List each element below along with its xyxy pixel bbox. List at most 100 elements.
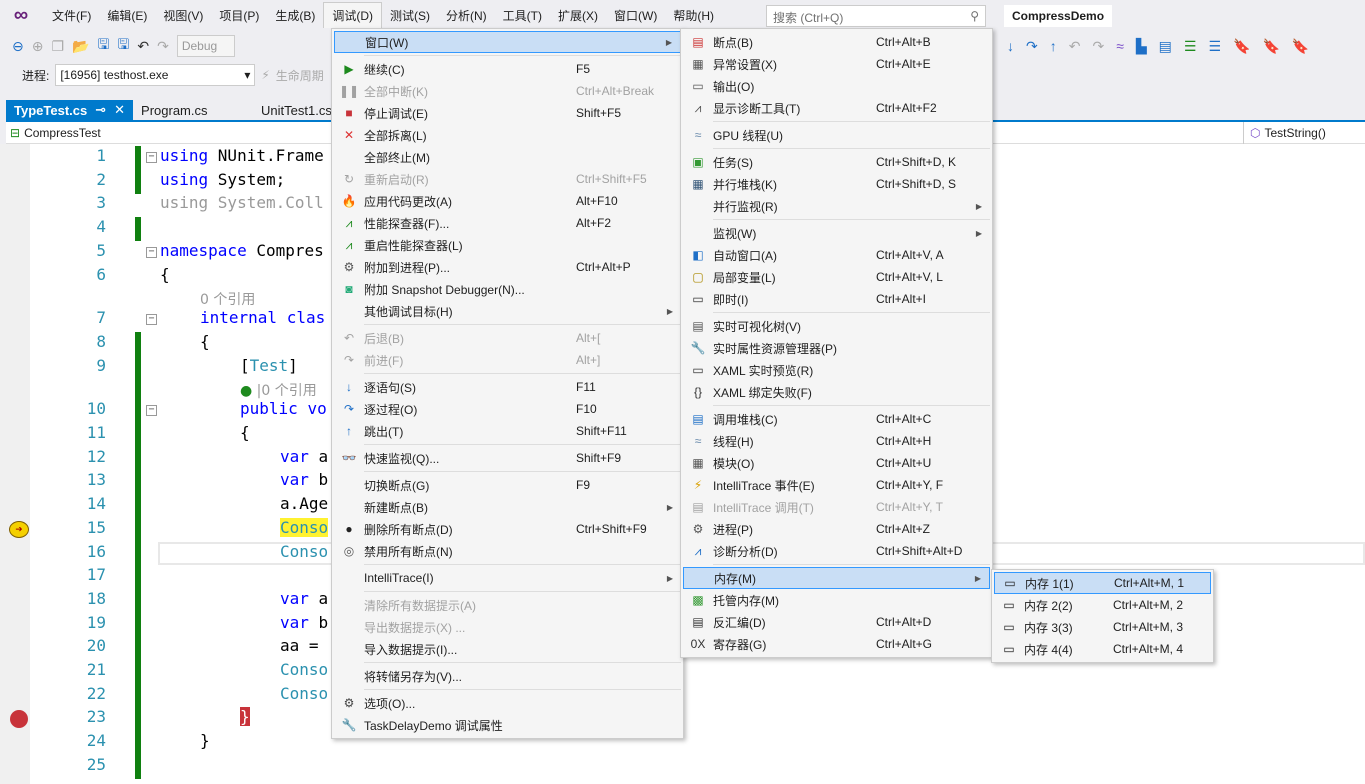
step-out-icon[interactable]: ↑ — [1050, 38, 1057, 54]
menu-10[interactable]: 窗口(W) — [606, 3, 665, 28]
memory-menu-item[interactable]: ▭ 内存 1(1) Ctrl+Alt+M, 1 — [994, 572, 1211, 594]
codelens[interactable]: ● |0 个引用 — [240, 380, 317, 400]
new-item-icon[interactable]: ❐ — [51, 38, 64, 55]
window-menu-item[interactable]: ≈ GPU 线程(U) — [683, 124, 990, 146]
window-menu-item[interactable]: ▤ 断点(B) Ctrl+Alt+B — [683, 31, 990, 53]
outdent-icon[interactable]: ☰ — [1184, 38, 1197, 55]
collapse-toggle[interactable]: − — [146, 405, 157, 417]
navigate-back-icon[interactable]: ⊖ — [12, 38, 24, 55]
debug-menu-item[interactable]: ⚙ 选项(O)... — [334, 692, 681, 714]
debug-menu-item[interactable]: ⩘ 性能探查器(F)... Alt+F2 — [334, 212, 681, 234]
lifecycle-events-button[interactable]: 生命周期 — [276, 67, 324, 84]
menu-4[interactable]: 生成(B) — [267, 3, 323, 28]
menu-1[interactable]: 编辑(E) — [99, 3, 155, 28]
debug-menu-item[interactable]: ↷ 前进(F) Alt+] — [334, 349, 681, 371]
search-input[interactable]: 搜索 (Ctrl+Q) ⚲ — [766, 5, 986, 27]
save-icon[interactable]: 🖫 — [97, 34, 109, 58]
prev-bookmark-icon[interactable]: 🔖 — [1262, 38, 1279, 55]
debug-menu-item[interactable]: 🔥 应用代码更改(A) Alt+F10 — [334, 190, 681, 212]
menu-8[interactable]: 工具(T) — [495, 3, 550, 28]
reference-count[interactable]: |0 个引用 — [257, 383, 317, 399]
pin-icon[interactable]: ⊸ — [95, 102, 106, 118]
window-menu-item[interactable]: {} XAML 绑定失败(F) — [683, 381, 990, 403]
window-menu-item[interactable]: ⩘ 显示诊断工具(T) Ctrl+Alt+F2 — [683, 97, 990, 119]
step-into-icon[interactable]: ↓ — [1007, 38, 1014, 54]
debug-menu-item[interactable]: 清除所有数据提示(A) — [334, 594, 681, 616]
debug-menu-item[interactable]: ↑ 跳出(T) Shift+F11 — [334, 420, 681, 442]
undo-icon[interactable]: ↶ — [137, 38, 149, 55]
window-menu-item[interactable]: ▤ 反汇编(D) Ctrl+Alt+D — [683, 611, 990, 633]
menu-6[interactable]: 测试(S) — [382, 3, 438, 28]
window-menu-item[interactable]: ▤ IntelliTrace 调用(T) Ctrl+Alt+Y, T — [683, 496, 990, 518]
debug-menu-item[interactable]: 切换断点(G) F9 — [334, 474, 681, 496]
window-menu-item[interactable]: ▭ XAML 实时预览(R) — [683, 359, 990, 381]
debug-menu-item[interactable]: 👓 快速监视(Q)... Shift+F9 — [334, 447, 681, 469]
menu-5[interactable]: 调试(D) — [323, 2, 382, 28]
tab-unittest1[interactable]: UnitTest1.cs — [253, 100, 340, 120]
select-icon[interactable]: ▙ — [1136, 38, 1147, 55]
debug-menu-item[interactable]: 导出数据提示(X) ... — [334, 616, 681, 638]
debug-menu-item[interactable]: ⩘ 重启性能探查器(L) — [334, 234, 681, 256]
save-all-icon[interactable]: 🖫 — [117, 34, 129, 58]
menu-11[interactable]: 帮助(H) — [665, 3, 722, 28]
step-over-icon[interactable]: ↷ — [1026, 38, 1038, 55]
collapse-toggle[interactable]: − — [146, 152, 157, 163]
visual-studio-logo-icon[interactable]: ∞ — [10, 4, 32, 26]
reference-count[interactable]: 0 个引用 — [200, 292, 255, 308]
menu-9[interactable]: 扩展(X) — [550, 3, 606, 28]
debug-menu-item[interactable]: ⚙ 附加到进程(P)... Ctrl+Alt+P — [334, 256, 681, 278]
window-menu-item[interactable]: ⚙ 进程(P) Ctrl+Alt+Z — [683, 518, 990, 540]
window-menu-item[interactable]: ▢ 局部变量(L) Ctrl+Alt+V, L — [683, 266, 990, 288]
menu-7[interactable]: 分析(N) — [438, 3, 495, 28]
window-menu-item[interactable]: 内存(M) ▶ — [683, 567, 990, 589]
menu-3[interactable]: 项目(P) — [211, 3, 267, 28]
window-menu-item[interactable]: ▩ 托管内存(M) — [683, 589, 990, 611]
debug-menu-item[interactable]: ● 删除所有断点(D) Ctrl+Shift+F9 — [334, 518, 681, 540]
window-menu-item[interactable]: ▭ 即时(I) Ctrl+Alt+I — [683, 288, 990, 310]
debug-menu-item[interactable]: ◎ 禁用所有断点(N) — [334, 540, 681, 562]
window-menu-item[interactable]: ▭ 输出(O) — [683, 75, 990, 97]
navigate-forward-icon[interactable]: ⊕ — [32, 38, 44, 55]
undo-icon[interactable]: ↶ — [1069, 38, 1081, 55]
debug-menu-item[interactable]: ■ 停止调试(E) Shift+F5 — [334, 102, 681, 124]
menu-2[interactable]: 视图(V) — [155, 3, 211, 28]
member-dropdown[interactable]: ⬡ TestString() — [1244, 126, 1326, 140]
debug-menu-item[interactable]: 新建断点(B) ▶ — [334, 496, 681, 518]
debug-menu-item[interactable]: 🔧 TaskDelayDemo 调试属性 — [334, 714, 681, 736]
window-menu-item[interactable]: ▦ 模块(O) Ctrl+Alt+U — [683, 452, 990, 474]
debug-menu-item[interactable]: ↷ 逐过程(O) F10 — [334, 398, 681, 420]
window-menu-item[interactable]: ▦ 异常设置(X) Ctrl+Alt+E — [683, 53, 990, 75]
thread-icon[interactable]: ≈ — [1116, 38, 1124, 54]
window-menu-item[interactable]: ▤ 实时可视化树(V) — [683, 315, 990, 337]
memory-menu-item[interactable]: ▭ 内存 3(3) Ctrl+Alt+M, 3 — [994, 616, 1211, 638]
debug-menu-item[interactable]: ↻ 重新启动(R) Ctrl+Shift+F5 — [334, 168, 681, 190]
window-menu-item[interactable]: ⚡ IntelliTrace 事件(E) Ctrl+Alt+Y, F — [683, 474, 990, 496]
window-menu-item[interactable]: 🔧 实时属性资源管理器(P) — [683, 337, 990, 359]
breakpoint-icon[interactable] — [10, 710, 28, 729]
debug-menu-item[interactable]: 其他调试目标(H) ▶ — [334, 300, 681, 322]
debug-menu-item[interactable]: ↶ 后退(B) Alt+[ — [334, 327, 681, 349]
debug-menu-item[interactable]: 全部终止(M) — [334, 146, 681, 168]
collapse-toggle[interactable]: − — [146, 246, 157, 258]
window-menu-item[interactable]: ≈ 线程(H) Ctrl+Alt+H — [683, 430, 990, 452]
memory-menu-item[interactable]: ▭ 内存 4(4) Ctrl+Alt+M, 4 — [994, 638, 1211, 660]
redo-icon[interactable]: ↷ — [157, 38, 169, 55]
tab-typetest[interactable]: TypeTest.cs ⊸ ✕ — [6, 100, 134, 120]
process-dropdown[interactable]: [16956] testhost.exe ▾ — [55, 64, 256, 86]
redo-icon[interactable]: ↷ — [1092, 38, 1104, 55]
bookmark-icon[interactable]: 🔖 — [1233, 38, 1250, 55]
debug-menu-item[interactable]: ↓ 逐语句(S) F11 — [334, 376, 681, 398]
tab-program[interactable]: Program.cs — [133, 100, 253, 120]
debug-menu-item[interactable]: ◙ 附加 Snapshot Debugger(N)... — [334, 278, 681, 300]
debug-menu-item[interactable]: IntelliTrace(I) ▶ — [334, 567, 681, 589]
comment-icon[interactable]: ☰ — [1208, 38, 1221, 55]
codelens[interactable]: 0 个引用 — [200, 289, 255, 309]
window-menu-item[interactable]: 0X 寄存器(G) Ctrl+Alt+G — [683, 633, 990, 655]
window-menu-item[interactable]: ⩘ 诊断分析(D) Ctrl+Shift+Alt+D — [683, 540, 990, 562]
debug-menu-item[interactable]: 将转储另存为(V)... — [334, 665, 681, 687]
close-icon[interactable]: ✕ — [114, 102, 125, 118]
debug-menu-item[interactable]: 导入数据提示(I)... — [334, 638, 681, 660]
window-menu-item[interactable]: 监视(W) ▶ — [683, 222, 990, 244]
window-menu-item[interactable]: 并行监视(R) ▶ — [683, 195, 990, 217]
debug-menu-item[interactable]: 窗口(W) ▶ — [334, 31, 681, 53]
